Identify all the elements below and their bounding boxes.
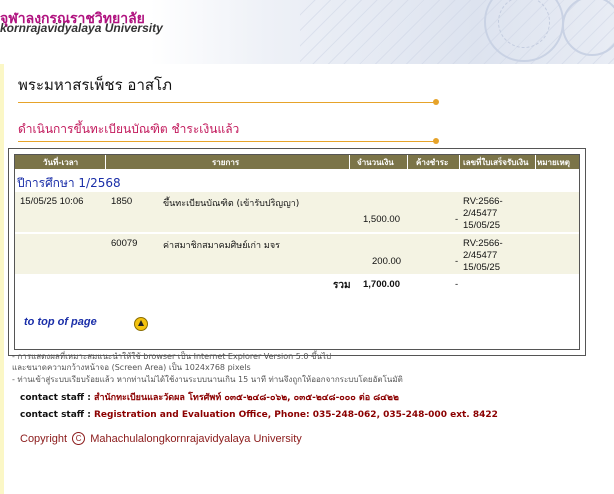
copyright: Copyright C Mahachulalongkornrajavidyala… bbox=[20, 432, 302, 445]
row-item: ขึ้นทะเบียนบัณฑิต (เข้ารับปริญญา) bbox=[163, 199, 300, 209]
top-of-page-link[interactable]: to top of page bbox=[24, 316, 97, 328]
contact-label: contact staff : bbox=[20, 393, 91, 403]
contact-thai: contact staff : สำนักทะเบียนและวัดผล โทร… bbox=[20, 390, 399, 404]
column-header: จำนวนเงิน bbox=[357, 158, 394, 167]
row-receipt: RV:2566- bbox=[463, 238, 503, 249]
student-name: พระมหาสรเพ็ชร อาสโภ bbox=[18, 76, 172, 94]
total-outstanding: - bbox=[455, 279, 459, 290]
contact-english-text: Registration and Evaluation Office, Phon… bbox=[93, 410, 498, 420]
contact-label: contact staff : bbox=[20, 410, 91, 420]
column-separator bbox=[407, 155, 408, 169]
row-receipt: 15/05/25 bbox=[463, 262, 500, 273]
note-line: - ท่านเข้าสู่ระบบเรียบร้อยแล้ว หากท่านไม… bbox=[12, 375, 403, 384]
row-receipt: 15/05/25 bbox=[463, 220, 500, 231]
row-receipt: 2/45477 bbox=[463, 208, 498, 219]
column-header: หมายเหตุ bbox=[537, 158, 570, 167]
copyright-text: Mahachulalongkornrajavidyalaya Universit… bbox=[90, 433, 302, 445]
divider bbox=[18, 141, 436, 142]
payment-table: วันที่-เวลา รายการ จำนวนเงิน ค้างชำระ เล… bbox=[14, 154, 580, 350]
top-arrow-icon[interactable] bbox=[134, 317, 148, 331]
row-code: 60079 bbox=[111, 238, 138, 249]
column-header: เลขที่ใบเสร็จรับเงิน bbox=[463, 158, 529, 167]
semester-label: ปีการศึกษา 1/2568 bbox=[17, 176, 121, 190]
column-separator bbox=[105, 155, 106, 169]
row-amount: 200.00 bbox=[372, 256, 402, 267]
copyright-prefix: Copyright bbox=[20, 433, 68, 445]
row-outstanding: - bbox=[455, 256, 459, 267]
column-header: รายการ bbox=[212, 158, 240, 167]
section-title: ดำเนินการขึ้นทะเบียนบัณฑิต ชำระเงินแล้ว bbox=[18, 122, 240, 136]
main-content: พระมหาสรเพ็ชร อาสโภ ดำเนินการขึ้นทะเบียน… bbox=[4, 64, 614, 494]
row-outstanding: - bbox=[455, 214, 459, 225]
row-amount: 1,500.00 bbox=[363, 214, 400, 225]
column-header: ค้างชำระ bbox=[416, 158, 449, 167]
divider-dot bbox=[433, 138, 439, 144]
total-amount: 1,700.00 bbox=[363, 279, 400, 290]
divider-dot bbox=[433, 99, 439, 105]
row-code: 1850 bbox=[111, 196, 133, 207]
row-datetime: 15/05/25 10:06 bbox=[20, 196, 84, 207]
column-separator bbox=[459, 155, 460, 169]
table-header: วันที่-เวลา รายการ จำนวนเงิน ค้างชำระ เล… bbox=[15, 155, 579, 169]
university-name-english: kornrajavidyalaya University bbox=[0, 21, 163, 35]
header-banner: จุฬาลงกรณราชวิทยาลัย kornrajavidyalaya U… bbox=[0, 0, 614, 64]
contact-english: contact staff : Registration and Evaluat… bbox=[20, 410, 498, 420]
column-separator bbox=[535, 155, 536, 169]
row-item: ค่าสมาชิกสมาคมศิษย์เก่า มจร bbox=[163, 241, 280, 251]
row-receipt: RV:2566- bbox=[463, 196, 503, 207]
copyright-symbol-icon: C bbox=[72, 432, 86, 445]
row-receipt: 2/45477 bbox=[463, 250, 498, 261]
total-label: รวม bbox=[333, 280, 351, 291]
divider bbox=[18, 102, 436, 103]
column-separator bbox=[349, 155, 350, 169]
contact-thai-text: สำนักทะเบียนและวัดผล โทรศัพท์ ๐๓๕-๒๔๘-๐๖… bbox=[93, 393, 399, 403]
column-header: วันที่-เวลา bbox=[43, 158, 79, 167]
